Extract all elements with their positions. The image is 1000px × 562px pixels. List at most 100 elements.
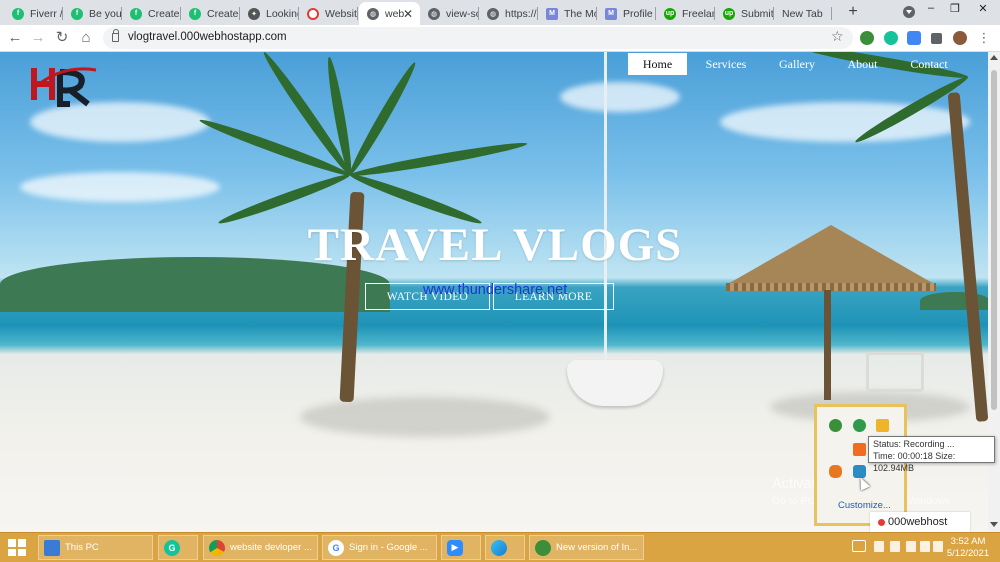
- show-hidden-icons-icon[interactable]: [852, 540, 866, 552]
- cloud: [720, 102, 970, 142]
- extension-globe-icon[interactable]: [860, 31, 874, 45]
- tab-search-icon[interactable]: [903, 6, 915, 18]
- tab-fiverr-4[interactable]: f Created: [181, 2, 240, 25]
- tab-profile[interactable]: M Profile: [597, 2, 656, 25]
- tab-title: Looking: [266, 7, 299, 20]
- back-arrow-icon[interactable]: ←: [5, 28, 25, 48]
- tab-looking[interactable]: ✦ Looking: [240, 2, 299, 25]
- address-bar[interactable]: vlogtravel.000webhostapp.com: [103, 27, 853, 49]
- new-tab-button[interactable]: +: [844, 3, 862, 21]
- tab-title: Created: [207, 7, 240, 20]
- scroll-down-arrow-icon[interactable]: [990, 522, 998, 527]
- download-manager-icon: [535, 539, 551, 556]
- swirl-icon: [307, 7, 319, 20]
- cloud: [30, 102, 210, 142]
- volume-icon[interactable]: [933, 541, 943, 552]
- puzzle-extensions-icon[interactable]: [931, 33, 942, 44]
- google-icon: G: [328, 539, 344, 556]
- browser-toolbar: ← → ↻ ⌂ vlogtravel.000webhostapp.com: [0, 25, 1000, 52]
- firefox-tray-icon[interactable]: [829, 465, 842, 478]
- taskbar-edge[interactable]: [485, 535, 525, 560]
- heart-tray-icon[interactable]: [876, 419, 889, 432]
- url-text: vlogtravel.000webhostapp.com: [128, 31, 287, 43]
- edge-icon: [491, 539, 507, 556]
- taskbar-label: website devloper ...: [230, 542, 312, 553]
- nav-about[interactable]: About: [835, 53, 890, 75]
- bookmark-star-icon[interactable]: ☆: [831, 28, 844, 45]
- home-icon[interactable]: ⌂: [76, 28, 96, 48]
- tab-title: New Tab: [782, 7, 823, 20]
- tab-title: Create: [148, 7, 180, 20]
- tab-strip: f Fiverr / f Be your f Create f Created ✦ Loo…: [0, 0, 1000, 25]
- taskbar-download-manager[interactable]: New version of In...: [529, 535, 644, 560]
- webhost-dot-icon: [878, 518, 885, 526]
- tab-fiverr-1[interactable]: f Fiverr /: [4, 2, 63, 25]
- customize-link[interactable]: Customize...: [838, 500, 891, 511]
- office-tray-icon[interactable]: [853, 443, 866, 456]
- globe-tray-icon[interactable]: [829, 419, 842, 432]
- taskbar-chrome[interactable]: website devloper ...: [203, 535, 318, 560]
- kebab-menu-icon[interactable]: ⋮: [974, 28, 994, 48]
- battery-icon[interactable]: [906, 541, 916, 552]
- scroll-up-arrow-icon[interactable]: [990, 55, 998, 60]
- grammarly-icon: G: [164, 539, 180, 556]
- taskbar-zoom[interactable]: ▶: [441, 535, 481, 560]
- globe-icon: ◍: [428, 7, 440, 20]
- tab-https[interactable]: ◍ https://: [479, 2, 538, 25]
- beach-umbrella: [726, 225, 936, 285]
- scrollbar-thumb[interactable]: [991, 70, 997, 410]
- nav-gallery[interactable]: Gallery: [768, 53, 826, 75]
- tab-fiverr-2[interactable]: f Be your: [63, 2, 122, 25]
- reload-icon[interactable]: ↻: [52, 28, 72, 48]
- tab-title: Website: [325, 7, 358, 20]
- restore-icon[interactable]: ❐: [948, 2, 962, 15]
- nav-services[interactable]: Services: [696, 53, 756, 75]
- tooltip-time-size: Time: 00:00:18 Size: 102.94MB: [873, 451, 956, 473]
- wifi-icon[interactable]: [920, 541, 930, 552]
- fiverr-icon: f: [130, 7, 142, 20]
- lock-icon: [112, 29, 119, 42]
- grammarly-extension-icon[interactable]: [884, 31, 898, 45]
- windows-start-icon[interactable]: [8, 539, 26, 556]
- taskbar-google-signin[interactable]: G Sign in - Google ...: [322, 535, 437, 560]
- close-window-icon[interactable]: ✕: [976, 2, 990, 15]
- nav-contact[interactable]: Contact: [900, 53, 958, 75]
- tab-fiverr-3[interactable]: f Create: [122, 2, 181, 25]
- tab-new-tab[interactable]: New Tab: [774, 2, 832, 25]
- tab-title: Freelan: [682, 7, 715, 20]
- sync-tray-icon[interactable]: [853, 419, 866, 432]
- tab-web-active[interactable]: ◍ web ✕: [359, 2, 420, 25]
- tab-title: Submit: [741, 7, 774, 20]
- chrome-icon: [209, 539, 225, 556]
- forward-arrow-icon[interactable]: →: [28, 28, 48, 48]
- minimize-icon[interactable]: –: [924, 2, 938, 14]
- tab-title: Profile: [623, 7, 653, 20]
- taskbar-grammarly[interactable]: G: [158, 535, 198, 560]
- tab-the-mo[interactable]: M The Mo: [538, 2, 597, 25]
- tab-title: web: [385, 7, 405, 20]
- close-tab-icon[interactable]: ✕: [403, 7, 413, 21]
- translate-extension-icon[interactable]: [907, 31, 921, 45]
- nav-home[interactable]: Home: [628, 53, 687, 75]
- recording-status-tooltip: Status: Recording ... Time: 00:00:18 Siz…: [868, 436, 995, 473]
- site-logo[interactable]: [30, 60, 102, 108]
- tab-title: https://: [505, 7, 537, 20]
- taskbar-this-pc[interactable]: This PC: [38, 535, 153, 560]
- upwork-icon: up: [664, 7, 676, 20]
- tab-submit[interactable]: up Submit: [715, 2, 774, 25]
- hero-title: TRAVEL VLOGS: [307, 219, 683, 271]
- tab-website[interactable]: Website: [299, 2, 358, 25]
- palm-frond: [349, 138, 529, 180]
- clock-date: 5/12/2021: [946, 548, 990, 559]
- taskbar-clock[interactable]: 3:52 AM 5/12/2021: [944, 536, 992, 560]
- flag-icon[interactable]: [874, 541, 884, 552]
- profile-avatar[interactable]: [953, 31, 967, 45]
- fiverr-icon: f: [71, 7, 83, 20]
- tab-view-source[interactable]: ◍ view-so: [420, 2, 479, 25]
- upwork-icon: up: [723, 7, 735, 20]
- tab-freelancer[interactable]: up Freelan: [656, 2, 715, 25]
- palm-shadow: [300, 397, 550, 437]
- network-icon[interactable]: [890, 541, 900, 552]
- webhost-notification-chip[interactable]: 000webhost: [870, 512, 970, 532]
- people-icon: ✦: [248, 7, 260, 20]
